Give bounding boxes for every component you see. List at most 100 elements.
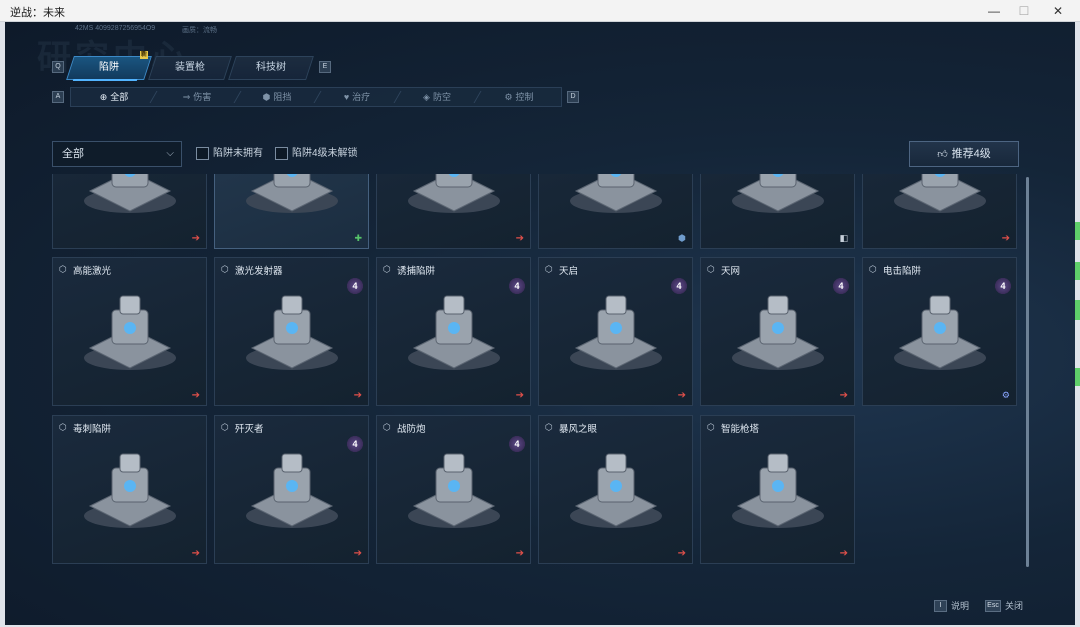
quality-info: 画质：流畅 [182, 27, 217, 34]
close-hint[interactable]: Esc 关闭 [985, 600, 1023, 612]
edge-indicator [1075, 222, 1080, 240]
trap-illustration [570, 174, 662, 213]
subtab-damage-label: 伤害 [193, 92, 212, 102]
tab-traps[interactable]: 陷阱 [66, 56, 152, 80]
arrow-right-icon: ➔ [515, 548, 524, 559]
game-viewport: 研究中心 42MS 4099287256954O9 画质：流畅 Q 陷阱 装置枪… [5, 22, 1075, 625]
trap-name: 诱捕陷阱 [397, 266, 436, 277]
trap-card[interactable]: ⬡ 激光发射器 4 ➔ [214, 257, 369, 406]
window-title: 逆战：未来 [10, 7, 65, 19]
scrollbar-thumb[interactable] [1026, 177, 1029, 567]
tab-tech-tree[interactable]: 科技树 [228, 56, 314, 80]
trap-card[interactable]: ⬡ 天网 4 ➔ [700, 257, 855, 406]
cube-icon: ⬡ [707, 422, 715, 432]
level-badge: 4 [347, 278, 363, 294]
arrow-right-icon: ➔ [191, 548, 200, 559]
trap-card[interactable]: ➔ [862, 174, 1017, 249]
arrow-right-icon: ➔ [191, 390, 200, 401]
trap-card[interactable]: ➔ [376, 174, 531, 249]
help-hint[interactable]: I 说明 [934, 600, 969, 612]
title-bar: 逆战：未来 — ☐ ✕ [0, 0, 1080, 22]
trap-illustration [246, 295, 338, 370]
maximize-button[interactable]: ☐ [1009, 2, 1039, 20]
thumbs-up-icon: 👍︎ [937, 149, 948, 160]
close-window-button[interactable]: ✕ [1043, 2, 1073, 20]
level-badge: 4 [347, 436, 363, 452]
subtab-heal-label: 治疗 [352, 92, 371, 102]
subtab-all[interactable]: ⊕ 全部 [79, 88, 149, 106]
trap-card[interactable]: ⬡ 天启 4 ➔ [538, 257, 693, 406]
cube-icon: ⬡ [59, 422, 67, 432]
arrow-right-icon: ➔ [1001, 233, 1010, 244]
trap-card[interactable]: ✚ [214, 174, 369, 249]
checkbox-box [196, 147, 209, 160]
cube-icon: ⬡ [59, 264, 67, 274]
antiair-icon: ◈ [423, 92, 430, 102]
level-badge: 4 [671, 278, 687, 294]
tab-device-guns[interactable]: 装置枪 [148, 56, 232, 80]
subtab-antiair-label: 防空 [432, 92, 451, 102]
trap-card[interactable]: ⬡ 战防炮 4 ➔ [376, 415, 531, 564]
subtab-damage[interactable]: ⇒ 伤害 [159, 88, 235, 106]
edge-indicator [1075, 368, 1080, 386]
category-filter-bar: ⊕ 全部 ⇒ 伤害 ⬢ 阻挡 ♥ 治疗 ◈ 防空 ⚙ 控制 [70, 87, 562, 107]
main-tab-bar: 陷阱 装置枪 科技树 [66, 56, 314, 80]
key-hint-e: E [319, 61, 331, 73]
tab-traps-label: 陷阱 [99, 62, 119, 73]
subtab-heal[interactable]: ♥ 治疗 [319, 88, 395, 106]
help-label: 说明 [951, 601, 970, 611]
lv4-locked-checkbox[interactable]: 陷阱4级未解锁 [275, 147, 358, 163]
divider [149, 91, 158, 103]
trap-card[interactable]: ⬡ 毒刺陷阱 ➔ [52, 415, 207, 564]
trap-card[interactable]: ⬡ 智能枪塔 ➔ [700, 415, 855, 564]
arrow-right-icon: ➔ [191, 233, 200, 244]
level-badge: 4 [509, 278, 525, 294]
trap-illustration [732, 174, 824, 213]
arrow-right-icon: ➔ [677, 390, 686, 401]
trap-name: 天启 [559, 266, 579, 277]
cube-icon: ⬡ [221, 264, 229, 274]
subtab-antiair[interactable]: ◈ 防空 [399, 88, 475, 106]
key-hint-esc: Esc [985, 600, 1001, 612]
shield-icon: ⬢ [678, 233, 686, 243]
cube-icon: ⬡ [545, 264, 553, 274]
key-hint-i: I [934, 600, 947, 612]
app-window: 逆战：未来 — ☐ ✕ 研究中心 42MS 4099287256954O9 画质… [0, 0, 1080, 627]
trap-illustration [894, 295, 986, 370]
trap-name: 天网 [721, 266, 741, 277]
trap-card[interactable]: ➔ [52, 174, 207, 249]
key-hint-d: D [567, 91, 579, 103]
cube-icon: ⬡ [545, 422, 553, 432]
unowned-checkbox[interactable]: 陷阱未拥有 [196, 147, 263, 163]
trap-card[interactable]: ⬡ 暴风之眼 ➔ [538, 415, 693, 564]
trap-card[interactable]: ⬡ 歼灭者 4 ➔ [214, 415, 369, 564]
subtab-block[interactable]: ⬢ 阻挡 [239, 88, 315, 106]
level-badge: 4 [995, 278, 1011, 294]
arrow-right-icon: ➔ [353, 548, 362, 559]
trap-name: 歼灭者 [235, 424, 264, 435]
recommend-lv4-button[interactable]: 👍︎ 推荐4级 [909, 141, 1019, 167]
trap-name: 毒刺陷阱 [73, 424, 112, 435]
trap-illustration [570, 453, 662, 528]
trap-card[interactable]: ⬡ 高能激光 ➔ [52, 257, 207, 406]
minimize-button[interactable]: — [979, 2, 1009, 20]
trap-card[interactable]: ⬡ 诱捕陷阱 4 ➔ [376, 257, 531, 406]
filter-dropdown[interactable]: 全部 ⌵ [52, 141, 182, 167]
trap-card[interactable]: ⬡ 电击陷阱 4 ⚙ [862, 257, 1017, 406]
subtab-block-label: 阻挡 [273, 92, 292, 102]
trap-illustration [246, 174, 338, 213]
trap-illustration [408, 174, 500, 213]
cube-icon: ⬡ [221, 422, 229, 432]
trap-illustration [732, 453, 824, 528]
filter-dropdown-value: 全部 [62, 148, 84, 160]
all-icon: ⊕ [99, 92, 108, 102]
trap-card[interactable]: ◧ [700, 174, 855, 249]
trap-illustration [408, 295, 500, 370]
trap-illustration [732, 295, 824, 370]
debug-info: 42MS 4099287256954O9 [75, 25, 156, 32]
trap-card[interactable]: ⬢ [538, 174, 693, 249]
heal-icon: ✚ [354, 233, 362, 243]
subtab-control-label: 控制 [515, 92, 534, 102]
subtab-control[interactable]: ⚙ 控制 [481, 88, 557, 106]
heal-icon: ♥ [343, 92, 350, 102]
